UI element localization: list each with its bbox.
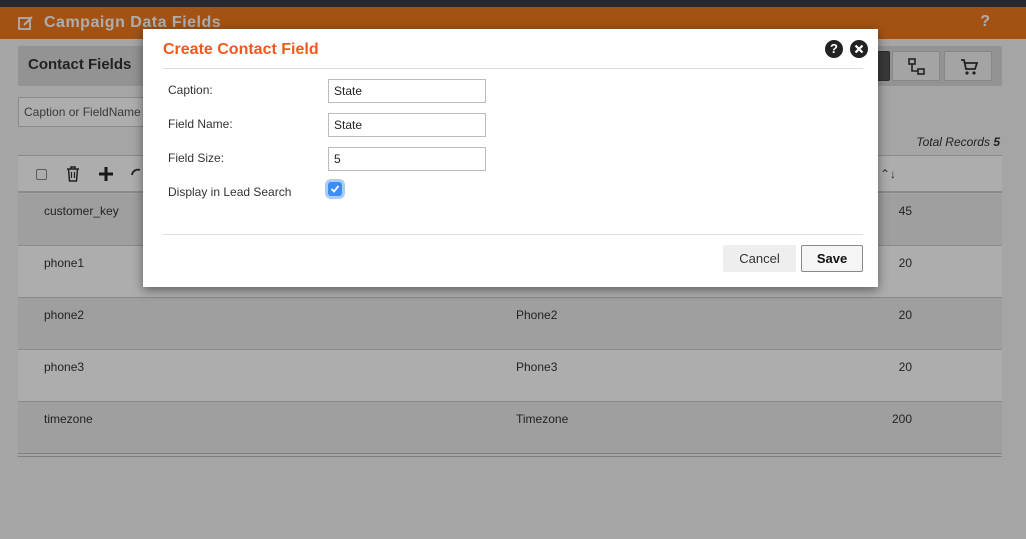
help-icon[interactable]: ? [825, 40, 843, 58]
field-name-label: Field Name: [168, 117, 233, 131]
dialog-title: Create Contact Field [163, 41, 319, 58]
field-size-input[interactable] [328, 147, 486, 171]
checkmark-icon [330, 185, 340, 193]
save-button[interactable]: Save [801, 245, 863, 272]
field-size-label: Field Size: [168, 151, 225, 165]
display-in-lead-search-checkbox[interactable] [328, 182, 342, 196]
caption-input[interactable] [328, 79, 486, 103]
field-name-input[interactable] [328, 113, 486, 137]
dialog-footer-divider [163, 234, 863, 235]
display-in-lead-search-label: Display in Lead Search [168, 185, 292, 199]
dialog-header-divider [163, 68, 863, 69]
create-contact-field-dialog: Create Contact Field ? Caption: Field Na… [143, 29, 878, 287]
cancel-button[interactable]: Cancel [723, 245, 796, 272]
close-icon[interactable] [850, 40, 868, 58]
caption-label: Caption: [168, 83, 213, 97]
